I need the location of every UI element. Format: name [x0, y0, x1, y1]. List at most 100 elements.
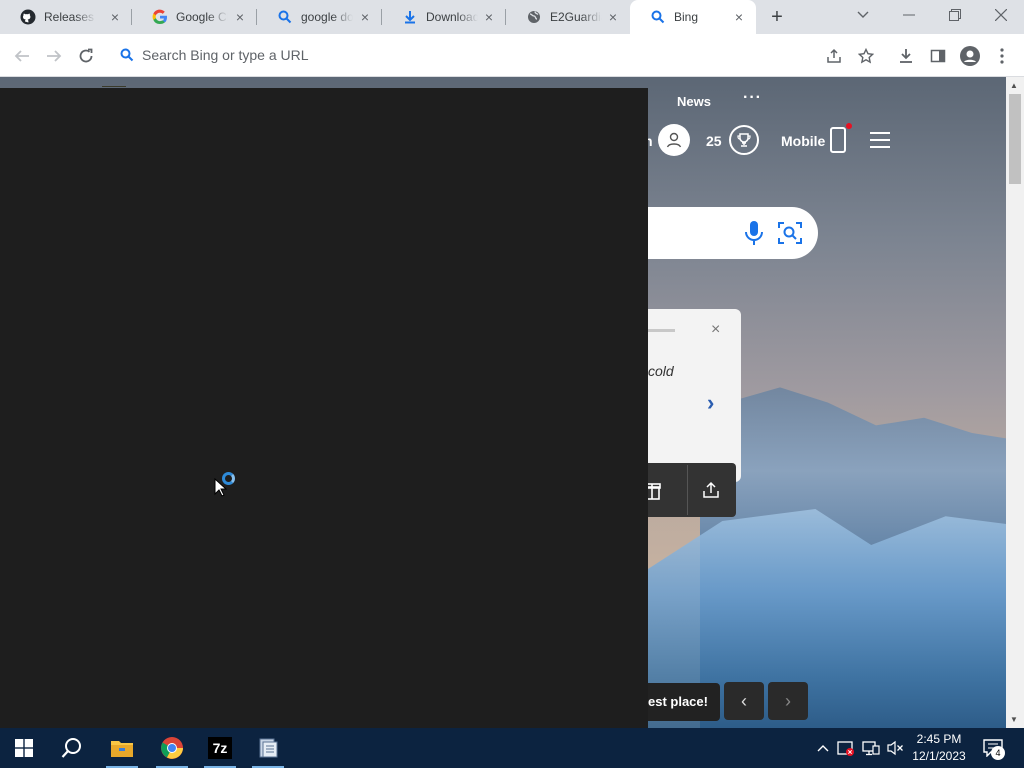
- network-icon[interactable]: [862, 739, 880, 757]
- close-icon[interactable]: ×: [606, 10, 620, 24]
- microphone-icon[interactable]: [743, 220, 765, 246]
- tab-title: Bing: [674, 10, 699, 24]
- kebab-menu-icon: [1000, 48, 1004, 64]
- reload-button[interactable]: [72, 42, 100, 70]
- close-icon[interactable]: ×: [358, 10, 372, 24]
- volume-muted-icon[interactable]: [886, 739, 904, 757]
- star-icon: [858, 48, 874, 64]
- previous-image-button[interactable]: ‹: [724, 682, 764, 720]
- globe-icon: [526, 9, 542, 25]
- restore-icon: [949, 9, 961, 21]
- address-bar-placeholder: Search Bing or type a URL: [142, 47, 309, 63]
- card-close-icon[interactable]: ×: [711, 321, 720, 339]
- scroll-down-arrow[interactable]: ▼: [1010, 715, 1018, 724]
- window-title-line: [102, 86, 126, 87]
- share-icon[interactable]: [702, 481, 720, 499]
- trophy-icon[interactable]: [729, 125, 759, 155]
- taskbar-7zip[interactable]: 7z: [196, 728, 244, 768]
- reload-icon: [79, 48, 93, 63]
- security-tray-icon[interactable]: [837, 739, 855, 757]
- tab-e2guardian[interactable]: E2Guardia ×: [506, 0, 630, 34]
- taskbar-file-explorer[interactable]: [98, 728, 146, 768]
- folder-icon: [111, 741, 133, 757]
- download-icon: [900, 49, 912, 63]
- profile-button[interactable]: [956, 42, 984, 70]
- tab-title: google do: [301, 10, 353, 24]
- downloads-button[interactable]: [892, 42, 920, 70]
- notification-count-badge: 4: [991, 746, 1005, 760]
- tab-title: Google Ch: [176, 10, 228, 24]
- new-tab-button[interactable]: +: [766, 6, 788, 28]
- bookmark-button[interactable]: [852, 42, 880, 70]
- back-button[interactable]: [8, 42, 36, 70]
- taskbar-search-button[interactable]: [48, 728, 96, 768]
- screen: Releases · × Google Ch × google do × Dow…: [0, 0, 1024, 768]
- image-caption[interactable]: est place!: [648, 694, 708, 709]
- taskbar-chrome[interactable]: [148, 728, 196, 768]
- search-icon: [650, 9, 666, 25]
- side-panel-icon: [930, 49, 946, 63]
- address-bar[interactable]: Search Bing or type a URL: [108, 39, 888, 71]
- scroll-up-arrow[interactable]: ▲: [1010, 81, 1018, 90]
- close-window-button[interactable]: [978, 0, 1024, 30]
- minimize-button[interactable]: [886, 0, 932, 30]
- chevron-up-icon[interactable]: [814, 739, 832, 757]
- application-icon: [259, 738, 278, 758]
- side-panel-button[interactable]: [924, 42, 952, 70]
- tab-strip: Releases · × Google Ch × google do × Dow…: [0, 0, 1024, 34]
- download-icon: [402, 9, 418, 25]
- user-icon[interactable]: [658, 124, 690, 156]
- taskbar-app[interactable]: [244, 728, 292, 768]
- chrome-icon: [161, 737, 183, 759]
- notification-dot: [846, 123, 852, 129]
- close-icon[interactable]: ×: [233, 10, 247, 24]
- nav-news-link[interactable]: News: [677, 94, 711, 109]
- start-button[interactable]: [0, 728, 48, 768]
- close-icon[interactable]: ×: [482, 10, 496, 24]
- next-image-button[interactable]: ›: [768, 682, 808, 720]
- tab-title: Download: [426, 10, 478, 24]
- google-icon: [152, 9, 168, 25]
- restore-button[interactable]: [932, 0, 978, 30]
- tab-downloads[interactable]: Download ×: [382, 0, 506, 34]
- arrow-right-icon: [47, 50, 62, 62]
- system-clock[interactable]: 2:45 PM 12/1/2023: [906, 731, 972, 765]
- more-menu-button[interactable]: ···: [743, 89, 762, 107]
- minimize-icon: [903, 14, 915, 16]
- close-icon[interactable]: ×: [732, 10, 746, 24]
- share-icon: [827, 48, 841, 63]
- mobile-link[interactable]: Mobile: [781, 133, 825, 149]
- tab-releases[interactable]: Releases · ×: [0, 0, 132, 34]
- card-drag-bar: [648, 329, 675, 332]
- tab-google-chrome[interactable]: Google Ch ×: [132, 0, 257, 34]
- search-icon: [120, 48, 134, 62]
- close-icon: [995, 9, 1007, 21]
- visual-search-icon[interactable]: [777, 220, 803, 246]
- taskbar: 7z 2:45 PM 12/1/2023 4: [0, 728, 1024, 768]
- busy-spinner-icon: [222, 472, 235, 485]
- close-icon[interactable]: ×: [108, 10, 122, 24]
- 7zip-icon: 7z: [208, 737, 232, 759]
- tab-search-button[interactable]: [840, 0, 886, 30]
- arrow-left-icon: [14, 50, 29, 62]
- chrome-menu-button[interactable]: [988, 42, 1016, 70]
- tab-bing[interactable]: Bing ×: [630, 0, 756, 34]
- windows-logo-icon: [15, 739, 33, 757]
- actions-divider: [687, 465, 688, 515]
- chevron-right-icon[interactable]: ›: [707, 390, 714, 416]
- search-icon: [61, 738, 81, 758]
- loading-app-window[interactable]: [0, 88, 648, 728]
- tab-google-search[interactable]: google do ×: [257, 0, 382, 34]
- rewards-points[interactable]: 25: [706, 133, 722, 149]
- clock-time: 2:45 PM: [916, 732, 962, 746]
- avatar-icon: [960, 46, 980, 66]
- hamburger-menu-icon[interactable]: [870, 132, 890, 148]
- scrollbar-thumb[interactable]: [1009, 94, 1021, 184]
- tab-title: Releases ·: [44, 10, 96, 24]
- forward-button[interactable]: [40, 42, 68, 70]
- browser-toolbar: Search Bing or type a URL: [0, 34, 1024, 77]
- chevron-down-icon: [857, 11, 869, 18]
- phone-icon[interactable]: [830, 127, 846, 153]
- search-icon: [277, 9, 293, 25]
- share-page-button[interactable]: [820, 42, 848, 70]
